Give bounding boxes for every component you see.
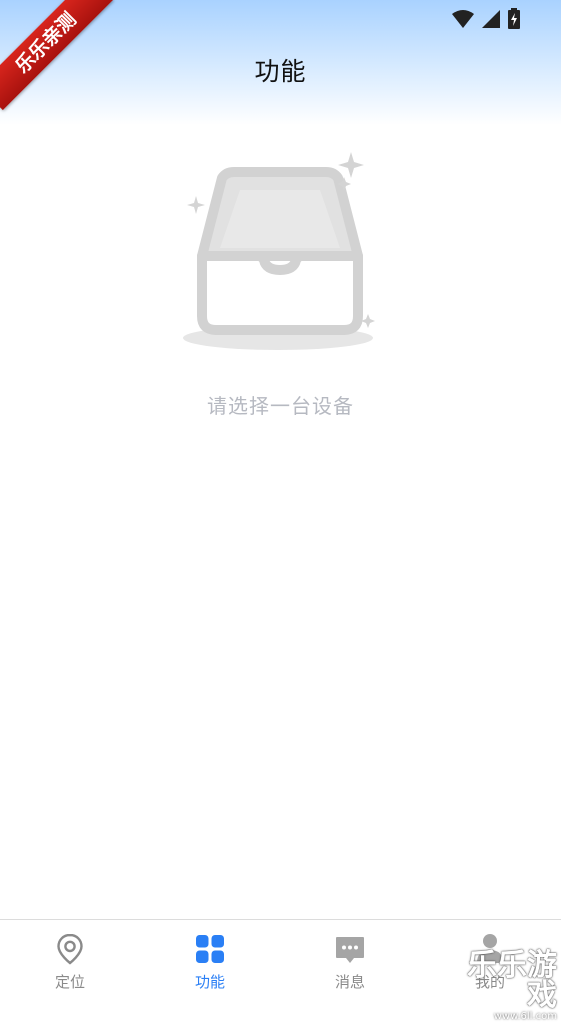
empty-state-message: 请选择一台设备: [207, 394, 354, 418]
nav-label-functions: 功能: [194, 973, 225, 991]
nav-item-location[interactable]: 定位: [0, 920, 140, 1000]
site-watermark: 乐乐游戏 www.6ll.com: [445, 951, 557, 1023]
status-bar: [451, 8, 521, 30]
chat-bubble-icon: [336, 937, 364, 963]
nav-label-location: 定位: [54, 973, 85, 991]
page-title: 功能: [254, 57, 307, 86]
watermark-text: 乐乐游戏: [467, 948, 557, 1013]
grid-apps-icon: [196, 935, 224, 963]
cellular-signal-icon: [482, 10, 500, 28]
watermark-url: www.6ll.com: [493, 1011, 557, 1022]
nav-item-messages[interactable]: 消息: [280, 920, 420, 1000]
battery-charging-icon: [508, 8, 520, 29]
location-pin-icon: [57, 933, 83, 965]
wifi-icon: [452, 10, 474, 28]
empty-inbox-icon: [183, 152, 375, 350]
nav-label-messages: 消息: [334, 973, 365, 991]
nav-item-functions[interactable]: 功能: [140, 920, 280, 1000]
